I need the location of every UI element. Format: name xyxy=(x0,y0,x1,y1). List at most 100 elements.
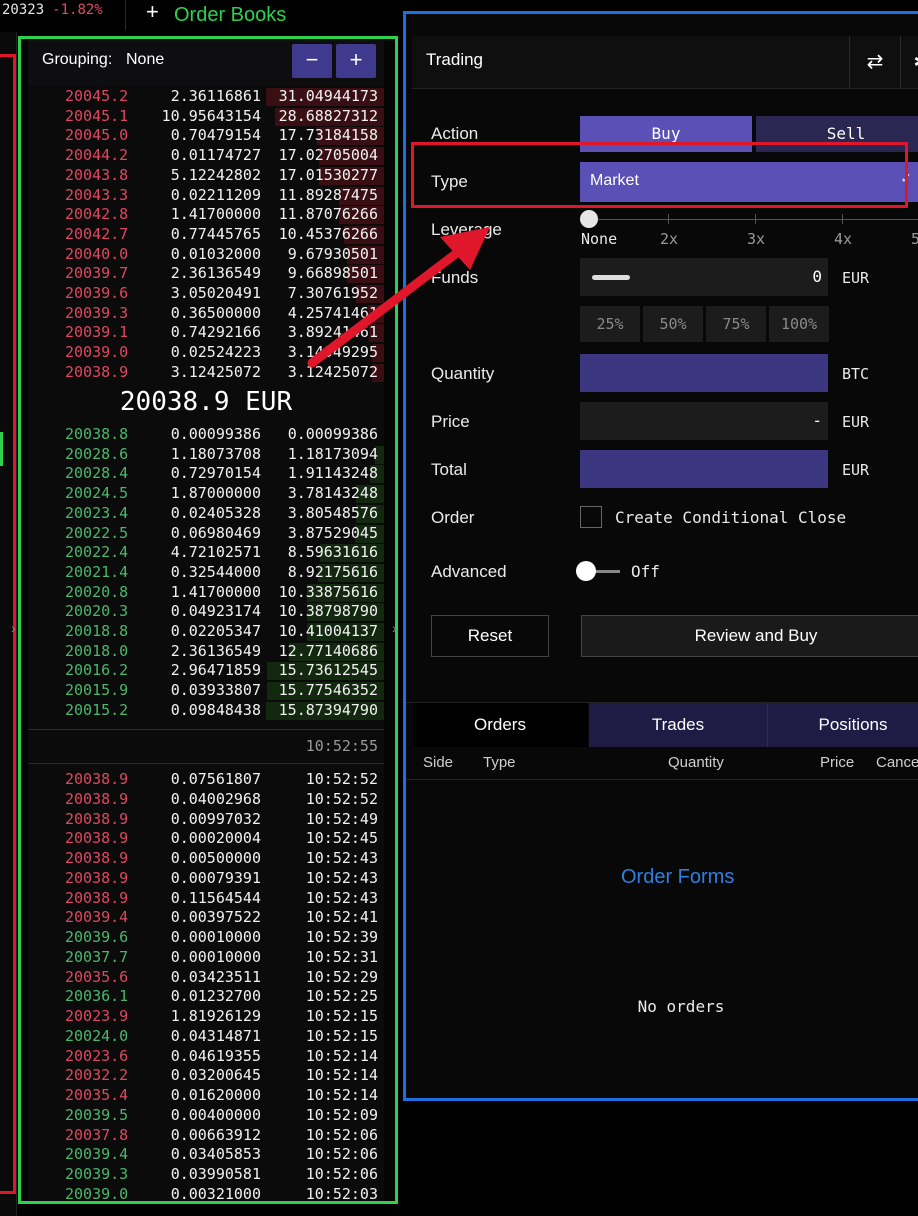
plus-icon[interactable]: + xyxy=(146,0,159,25)
ask-row[interactable]: 20045.1 10.95643154 28.68827312 xyxy=(28,107,384,127)
settings-icon[interactable]: ✱ xyxy=(900,36,918,88)
trade-time: 10:52:06 xyxy=(305,1125,378,1144)
tab-trades[interactable]: Trades xyxy=(589,703,768,747)
trade-row[interactable]: 20024.0 0.04314871 10:52:15 xyxy=(28,1027,384,1047)
leverage-option[interactable]: None xyxy=(581,230,617,248)
trade-row[interactable]: 20037.7 0.00010000 10:52:31 xyxy=(28,948,384,968)
bid-row[interactable]: 20020.8 1.41700000 10.33875616 xyxy=(28,583,384,603)
funds-input[interactable]: 0 xyxy=(580,258,828,296)
order-amount: 2.36136549 xyxy=(170,641,261,660)
leverage-option[interactable]: 5 xyxy=(911,230,918,248)
bid-row[interactable]: 20028.6 1.18073708 1.18173094 xyxy=(28,445,384,465)
bid-row[interactable]: 20022.5 0.06980469 3.87529045 xyxy=(28,524,384,544)
ask-row[interactable]: 20045.0 0.70479154 17.73184158 xyxy=(28,126,384,146)
trade-row[interactable]: 20023.6 0.04619355 10:52:14 xyxy=(28,1047,384,1067)
bid-row[interactable]: 20016.2 2.96471859 15.73612545 xyxy=(28,661,384,681)
leverage-option[interactable]: 2x xyxy=(660,230,678,248)
bid-row[interactable]: 20024.5 1.87000000 3.78143248 xyxy=(28,484,384,504)
trade-row[interactable]: 20035.6 0.03423511 10:52:29 xyxy=(28,968,384,988)
trade-price: 20035.6 xyxy=(65,967,129,986)
trade-row[interactable]: 20039.0 0.00321000 10:52:03 xyxy=(28,1184,384,1203)
conditional-close-label[interactable]: Create Conditional Close xyxy=(615,508,846,527)
trade-row[interactable]: 20038.9 0.04002968 10:52:52 xyxy=(28,790,384,810)
quantity-input[interactable] xyxy=(580,354,828,392)
grouping-value[interactable]: None xyxy=(126,51,164,69)
advanced-toggle[interactable] xyxy=(576,561,596,581)
column-header-price[interactable]: Price xyxy=(820,754,854,771)
bid-row[interactable]: 20020.3 0.04923174 10.38798790 xyxy=(28,602,384,622)
bid-row[interactable]: 20018.8 0.02205347 10.41004137 xyxy=(28,622,384,642)
trade-price: 20038.9 xyxy=(65,829,129,848)
bid-row[interactable]: 20028.4 0.72970154 1.91143248 xyxy=(28,464,384,484)
trade-row[interactable]: 20039.5 0.00400000 10:52:09 xyxy=(28,1106,384,1126)
trade-row[interactable]: 20037.8 0.00663912 10:52:06 xyxy=(28,1126,384,1146)
trade-row[interactable]: 20023.9 1.81926129 10:52:15 xyxy=(28,1007,384,1027)
trade-row[interactable]: 20032.2 0.03200645 10:52:14 xyxy=(28,1066,384,1086)
column-header-type[interactable]: Type xyxy=(483,754,516,771)
leverage-slider-track[interactable] xyxy=(588,219,918,220)
price-input[interactable]: - xyxy=(580,402,828,440)
leverage-slider-handle[interactable] xyxy=(580,210,598,228)
trade-row[interactable]: 20039.4 0.00397522 10:52:41 xyxy=(28,908,384,928)
trade-amount: 0.00500000 xyxy=(170,849,261,867)
reset-button[interactable]: Reset xyxy=(431,615,549,657)
trade-row[interactable]: 20038.9 0.00500000 10:52:43 xyxy=(28,849,384,869)
ticker[interactable]: 20323 -1.82% xyxy=(0,0,103,22)
tab-positions[interactable]: Positions xyxy=(768,703,918,747)
ticker-price: 20323 xyxy=(2,2,45,18)
trade-amount: 0.00321000 xyxy=(170,1184,261,1203)
trade-row[interactable]: 20039.6 0.00010000 10:52:39 xyxy=(28,928,384,948)
trade-row[interactable]: 20036.1 0.01232700 10:52:25 xyxy=(28,987,384,1007)
grouping-increase-button[interactable]: + xyxy=(336,44,376,78)
percent-25-button[interactable]: 25% xyxy=(580,306,640,342)
order-total: 1.18173094 xyxy=(287,444,378,463)
percent-100-button[interactable]: 100% xyxy=(769,306,829,342)
ask-row[interactable]: 20044.2 0.01174727 17.02705004 xyxy=(28,146,384,166)
bid-row[interactable]: 20015.9 0.03933807 15.77546352 xyxy=(28,681,384,701)
trade-row[interactable]: 20038.9 0.11564544 10:52:43 xyxy=(28,889,384,909)
bid-row[interactable]: 20015.2 0.09848438 15.87394790 xyxy=(28,701,384,721)
column-header-quantity[interactable]: Quantity xyxy=(668,754,724,771)
column-header-side[interactable]: Side xyxy=(423,754,453,771)
trade-row[interactable]: 20039.3 0.03990581 10:52:06 xyxy=(28,1165,384,1185)
percent-50-button[interactable]: 50% xyxy=(643,306,703,342)
order-total: 8.59631616 xyxy=(287,543,378,562)
bid-row[interactable]: 20023.4 0.02405328 3.80548576 xyxy=(28,504,384,524)
ask-row[interactable]: 20045.2 2.36116861 31.04944173 xyxy=(28,87,384,107)
bid-row[interactable]: 20018.0 2.36136549 12.77140686 xyxy=(28,642,384,662)
bid-row[interactable]: 20021.4 0.32544000 8.92175616 xyxy=(28,563,384,583)
ask-row[interactable]: 20043.8 5.12242802 17.01530277 xyxy=(28,166,384,186)
trade-row[interactable]: 20038.9 0.07561807 10:52:52 xyxy=(28,770,384,790)
bid-row[interactable]: 20022.4 4.72102571 8.59631616 xyxy=(28,543,384,563)
trade-price: 20032.2 xyxy=(65,1066,129,1085)
trade-row[interactable]: 20038.9 0.00997032 10:52:49 xyxy=(28,810,384,830)
order-total: 0.00099386 xyxy=(287,425,378,443)
trade-time: 10:52:06 xyxy=(305,1145,378,1164)
bid-row[interactable]: 20038.8 0.00099386 0.00099386 xyxy=(28,425,384,445)
trade-amount: 0.03200645 xyxy=(170,1066,261,1085)
ask-row[interactable]: 20043.3 0.02211209 11.89287475 xyxy=(28,186,384,206)
price-label: Price xyxy=(431,412,470,431)
conditional-close-checkbox[interactable] xyxy=(580,506,602,528)
grouping-decrease-button[interactable]: − xyxy=(292,44,332,78)
column-header-cancel[interactable]: Cance xyxy=(876,754,918,771)
order-amount: 0.00099386 xyxy=(170,425,261,443)
leverage-option[interactable]: 4x xyxy=(834,230,852,248)
chevron-right-icon[interactable]: › xyxy=(392,620,397,636)
trade-time: 10:52:41 xyxy=(305,908,378,927)
funds-slider[interactable] xyxy=(592,275,630,280)
leverage-option[interactable]: 3x xyxy=(747,230,765,248)
swap-icon[interactable]: ⇄ xyxy=(849,36,900,88)
trade-row[interactable]: 20039.4 0.03405853 10:52:06 xyxy=(28,1145,384,1165)
tab-orders[interactable]: Orders xyxy=(412,703,588,747)
trade-price: 20038.9 xyxy=(65,888,129,907)
trade-row[interactable]: 20035.4 0.01620000 10:52:14 xyxy=(28,1086,384,1106)
order-amount: 0.06980469 xyxy=(170,523,261,542)
total-input[interactable] xyxy=(580,450,828,488)
percent-75-button[interactable]: 75% xyxy=(706,306,766,342)
trade-price: 20038.9 xyxy=(65,868,129,887)
chevron-right-icon[interactable]: › xyxy=(11,620,16,636)
trade-row[interactable]: 20038.9 0.00020004 10:52:45 xyxy=(28,829,384,849)
trade-row[interactable]: 20038.9 0.00079391 10:52:43 xyxy=(28,869,384,889)
review-and-buy-button[interactable]: Review and Buy xyxy=(581,615,918,657)
